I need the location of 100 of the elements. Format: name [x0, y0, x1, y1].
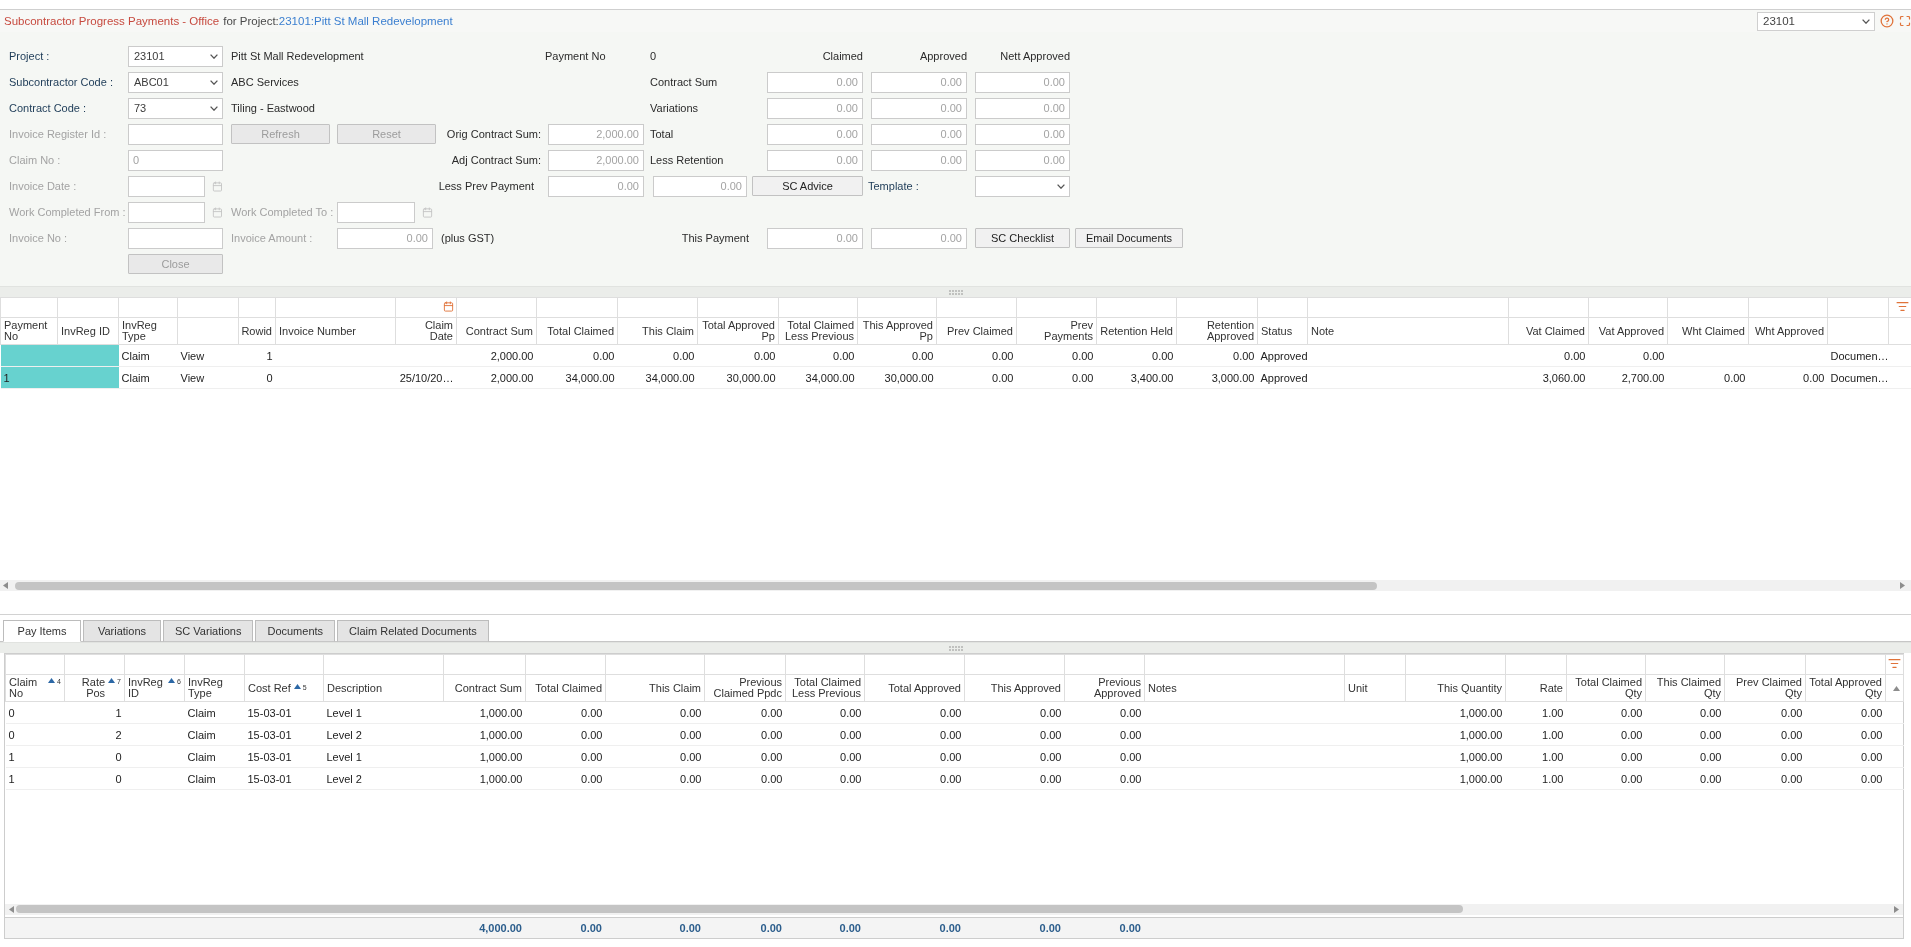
- help-icon[interactable]: [1880, 14, 1894, 28]
- table-cell: 0.00: [1566, 767, 1646, 790]
- table-cell: 0.00: [605, 767, 705, 790]
- column-header[interactable]: Note: [1311, 325, 1335, 337]
- calendar-icon[interactable]: [212, 206, 223, 218]
- scroll-left-icon[interactable]: [9, 905, 14, 913]
- column-header[interactable]: Description: [327, 682, 383, 694]
- grip-icon[interactable]: [948, 289, 963, 295]
- filter-icon[interactable]: [1888, 657, 1901, 670]
- field-label: Invoice Amount :: [231, 232, 313, 244]
- field-label: Claim No :: [9, 154, 61, 166]
- table-cell: 0.00: [704, 701, 786, 724]
- table-cell: 0.00: [785, 745, 865, 768]
- table-cell: 0.00: [1724, 723, 1806, 746]
- table-cell: 0: [5, 723, 65, 746]
- column-header[interactable]: Rate Pos: [68, 677, 106, 699]
- input-field[interactable]: [128, 123, 223, 145]
- chevron-down-icon: [210, 79, 218, 85]
- action-button[interactable]: SC Checklist: [975, 228, 1070, 248]
- field-label: This Payment: [681, 232, 749, 244]
- column-header[interactable]: Claim No: [9, 677, 46, 699]
- table-cell: 0.00: [1645, 745, 1725, 768]
- table-cell: 1: [0, 366, 58, 389]
- column-header[interactable]: Notes: [1148, 682, 1177, 694]
- table-cell: 0.00: [964, 745, 1065, 768]
- tab[interactable]: Claim Related Documents: [337, 620, 489, 642]
- project-dropdown[interactable]: 23101: [1757, 11, 1875, 31]
- column-header[interactable]: Unit: [1348, 682, 1368, 694]
- table-cell: 0.00: [1508, 344, 1589, 367]
- table-cell: Approved: [1257, 344, 1308, 367]
- action-button[interactable]: Email Documents: [1075, 228, 1183, 248]
- scroll-right-icon[interactable]: [1900, 582, 1905, 589]
- table-cell: 3,000.00: [1176, 366, 1258, 389]
- date-field[interactable]: [128, 175, 206, 197]
- calendar-icon[interactable]: [212, 180, 223, 192]
- scroll-up-icon[interactable]: [1893, 685, 1900, 691]
- table-cell: 1.00: [1505, 745, 1567, 768]
- table-cell: 1,000.00: [443, 701, 526, 724]
- project-link[interactable]: 23101:Pitt St Mall Redevelopment: [278, 15, 453, 27]
- column-header[interactable]: InvReg ID: [128, 677, 166, 699]
- field-label: Less Retention: [650, 154, 724, 166]
- horizontal-scrollbar[interactable]: [5, 903, 1903, 915]
- project-prefix: for Project:: [223, 15, 279, 27]
- table-cell: 0.00: [1667, 366, 1749, 389]
- column-header[interactable]: Rate: [1539, 682, 1563, 694]
- table-cell: 2: [64, 723, 125, 746]
- fullscreen-icon[interactable]: [1899, 15, 1911, 27]
- field-value: 0: [650, 50, 657, 62]
- total-cell: 0.00: [704, 917, 785, 938]
- scroll-right-icon[interactable]: [1894, 905, 1899, 913]
- view-link[interactable]: View: [180, 349, 205, 362]
- table-cell: 1,000.00: [1405, 701, 1506, 724]
- field-label: Contract Code :: [9, 102, 87, 114]
- chevron-down-icon: [210, 53, 218, 59]
- table-cell: 0.00: [605, 723, 705, 746]
- table-cell: 1: [5, 745, 65, 768]
- table-cell: 1: [64, 701, 125, 724]
- tab[interactable]: Documents: [255, 620, 336, 642]
- calendar-icon[interactable]: [443, 301, 454, 312]
- tab[interactable]: Variations: [83, 620, 161, 642]
- table-cell: 0.00: [525, 767, 606, 790]
- table-cell: 0.00: [964, 723, 1065, 746]
- field-label: Orig Contract Sum:: [446, 128, 541, 140]
- view-link[interactable]: View: [180, 371, 205, 384]
- scroll-left-icon[interactable]: [3, 582, 8, 589]
- table-cell: 0.00: [617, 344, 698, 367]
- table-cell: Claim: [184, 723, 245, 746]
- date-field[interactable]: [337, 201, 415, 223]
- scrollbar-thumb[interactable]: [16, 905, 1463, 913]
- table-cell: 0.00: [1588, 344, 1668, 367]
- column-header[interactable]: Cost Ref: [248, 682, 291, 694]
- table-cell: 2,000.00: [456, 344, 537, 367]
- table-cell: 0.00: [1645, 767, 1725, 790]
- grip-icon[interactable]: [948, 645, 963, 651]
- total-cell: 0.00: [525, 917, 605, 938]
- dropdown-field[interactable]: 23101: [128, 45, 223, 67]
- scrollbar-thumb[interactable]: [15, 581, 1377, 590]
- calendar-icon[interactable]: [422, 206, 433, 218]
- table-cell: 0.00: [1566, 723, 1646, 746]
- dropdown-field[interactable]: ABC01: [128, 71, 223, 93]
- table-cell: Claim: [184, 745, 245, 768]
- table-cell: Approved: [1257, 366, 1308, 389]
- table-cell: 1,000.00: [1405, 723, 1506, 746]
- field-description: ABC Services: [231, 76, 299, 88]
- dropdown-field[interactable]: 73: [128, 97, 223, 119]
- table-cell: 0.00: [525, 701, 606, 724]
- input-field[interactable]: [128, 227, 223, 249]
- table-cell: 0.00: [857, 344, 937, 367]
- table-cell: 0.00: [785, 701, 865, 724]
- filter-icon[interactable]: [1896, 300, 1909, 313]
- sc-advice-button[interactable]: SC Advice: [752, 176, 863, 196]
- table-cell: 0.00: [1064, 701, 1145, 724]
- template-dropdown[interactable]: [975, 175, 1070, 197]
- date-field[interactable]: [128, 201, 206, 223]
- table-cell: Level 2: [323, 723, 444, 746]
- horizontal-scrollbar[interactable]: [0, 580, 1911, 591]
- table-cell: 1.00: [1505, 701, 1567, 724]
- tab[interactable]: SC Variations: [163, 620, 254, 642]
- tab[interactable]: Pay Items: [3, 620, 81, 642]
- sort-ascending-icon: [108, 678, 116, 683]
